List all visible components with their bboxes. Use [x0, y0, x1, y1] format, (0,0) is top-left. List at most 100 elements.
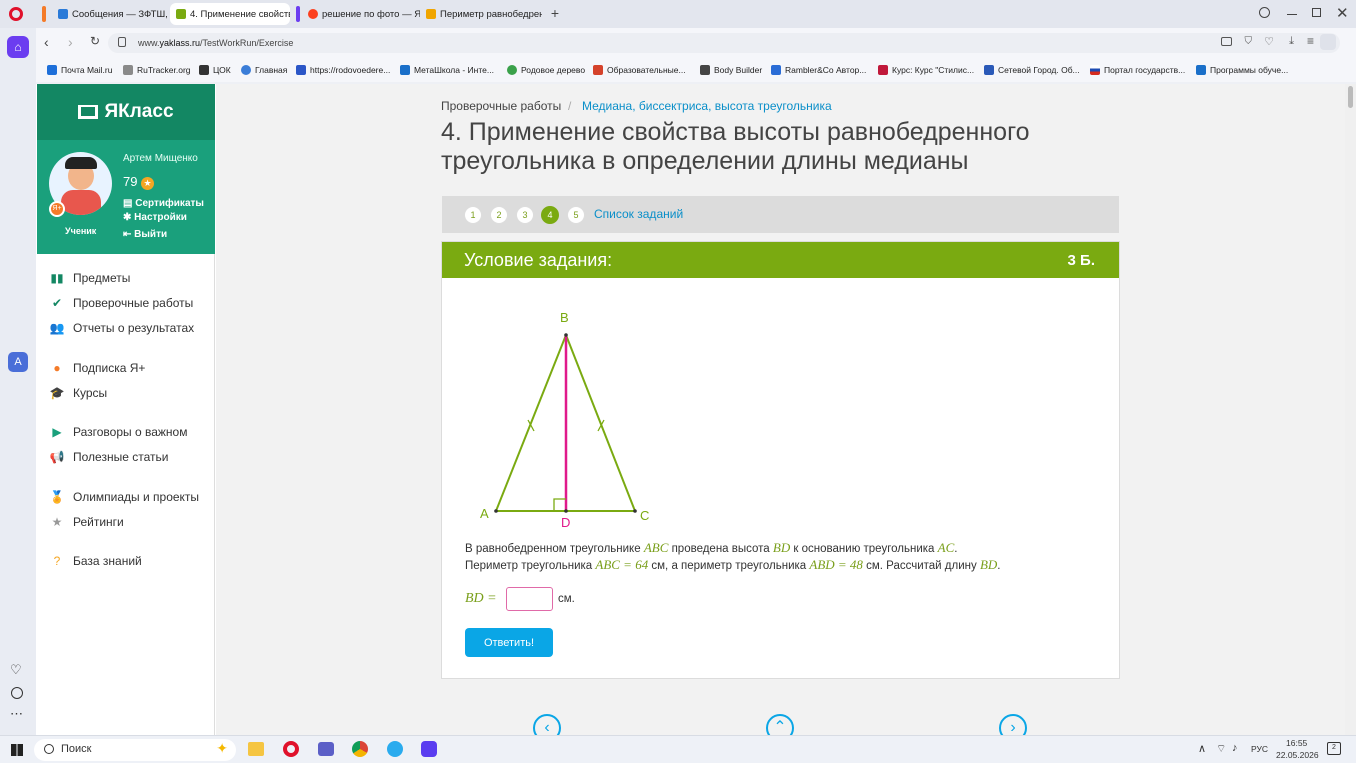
task-text: В равнобедренном треугольнике ABC провед…: [465, 540, 1085, 574]
page-scrollbar[interactable]: [1345, 84, 1356, 735]
explorer-icon[interactable]: [248, 742, 264, 756]
side-bc: [565, 334, 636, 512]
bookmark[interactable]: Портал государств...: [1090, 65, 1185, 75]
sidebar-item-articles[interactable]: 📢 Полезные статьи: [49, 449, 169, 465]
step-2[interactable]: 2: [490, 206, 508, 224]
star-icon: ★: [51, 515, 63, 529]
breadcrumb-current[interactable]: Медиана, биссектриса, высота треугольник…: [582, 99, 832, 113]
menu-lines-icon[interactable]: ≡: [1307, 34, 1314, 48]
scrollbar-thumb[interactable]: [1348, 86, 1353, 108]
language-indicator[interactable]: РУС: [1251, 744, 1268, 754]
taskbar-search[interactable]: Поиск ✦: [34, 739, 236, 761]
bookmark[interactable]: Сетевой Город. Об...: [984, 65, 1080, 75]
graduation-cap-icon: 🎓: [49, 386, 65, 400]
app-icon[interactable]: A: [8, 352, 28, 372]
users-icon: 👥: [49, 321, 65, 335]
bookmark[interactable]: Rambler&Co Автор...: [771, 65, 866, 75]
bookmark[interactable]: Почта Mail.ru: [47, 65, 112, 75]
score-badge: 3 Б.: [1067, 252, 1095, 269]
telegram-icon[interactable]: [387, 741, 403, 757]
logo[interactable]: ЯКласс: [37, 84, 215, 140]
task-line-1: В равнобедренном треугольнике ABC провед…: [465, 540, 958, 555]
tab-messages[interactable]: Сообщения — ЗФТШ, МФ: [52, 3, 170, 25]
clock-time[interactable]: 16:55: [1286, 738, 1307, 748]
logout-link[interactable]: ⇤ Выйти: [123, 229, 167, 240]
download-icon[interactable]: ⤓: [1289, 35, 1294, 48]
volume-icon[interactable]: ♪: [1232, 742, 1238, 754]
back-icon[interactable]: ‹: [44, 34, 49, 50]
opera-logo-icon[interactable]: [9, 7, 23, 21]
tab-bar: Сообщения — ЗФТШ, МФ 4. Применение свойс…: [0, 0, 1356, 28]
sidebar-item-knowledge[interactable]: ? База знаний: [49, 553, 142, 569]
step-1[interactable]: 1: [464, 206, 482, 224]
bookmark[interactable]: Курс: Курс "Стилис...: [878, 65, 974, 75]
more-icon[interactable]: ⋯: [10, 706, 23, 722]
search-tabs-icon[interactable]: [1259, 7, 1270, 18]
sidebar-item-talks[interactable]: ▶ Разговоры о важном: [49, 424, 187, 440]
user-name[interactable]: Артем Мищенко: [123, 153, 198, 164]
role-label: Ученик: [65, 226, 97, 236]
course-icon: [878, 65, 888, 75]
windows-start-icon[interactable]: [11, 744, 23, 756]
gov-portal-icon: [1090, 65, 1100, 75]
tab-yandex-photo[interactable]: решение по фото — Янд: [302, 3, 420, 25]
clock-date[interactable]: 22.05.2026: [1276, 750, 1319, 760]
sidebar-item-reports[interactable]: 👥 Отчеты о результатах: [49, 320, 195, 336]
tab-favicon-icon: [426, 9, 436, 19]
settings-link[interactable]: ✱ Настройки: [123, 212, 187, 223]
answer-label: BD =: [465, 591, 497, 606]
opera-gx-icon[interactable]: [421, 741, 437, 757]
maximize-button[interactable]: [1312, 8, 1321, 17]
history-icon[interactable]: [11, 687, 23, 699]
url-field[interactable]: www.yaklass.ru/TestWorkRun/Exercise ⛉ ♡ …: [108, 33, 1340, 53]
profile-icon[interactable]: [1320, 34, 1336, 50]
tab-favicon-icon: [176, 9, 186, 19]
reload-icon[interactable]: ↻: [90, 34, 100, 48]
breadcrumb-root[interactable]: Проверочные работы: [441, 99, 561, 113]
notifications-icon[interactable]: 2: [1327, 742, 1341, 755]
sidebar-item-subscription[interactable]: ● Подписка Я+: [49, 360, 145, 376]
forward-icon[interactable]: ›: [68, 34, 73, 50]
point-a: [494, 509, 498, 513]
sidebar-item-olympiads[interactable]: 🏅 Олимпиады и проекты: [49, 489, 200, 505]
step-3[interactable]: 3: [516, 206, 534, 224]
breadcrumb-separator: /: [568, 99, 572, 113]
sidebar-item-subjects[interactable]: ▮▮ Предметы: [49, 270, 130, 286]
network-icon[interactable]: ⌔: [1216, 742, 1226, 756]
home-icon[interactable]: ⌂: [7, 36, 29, 58]
bookmark[interactable]: Программы обуче...: [1196, 65, 1288, 75]
bookmark[interactable]: Body Builder: [700, 65, 762, 75]
heart-icon[interactable]: ♡: [1264, 35, 1274, 48]
globe-icon: [241, 65, 251, 75]
sidebar-item-ratings[interactable]: ★ Рейтинги: [49, 514, 124, 530]
shield-icon[interactable]: ⛉: [1245, 36, 1253, 47]
teams-icon[interactable]: [318, 742, 334, 756]
bookmark[interactable]: RuTracker.org: [123, 65, 191, 75]
close-window-button[interactable]: ✕: [1336, 4, 1349, 22]
tray-up-icon[interactable]: ∧: [1198, 742, 1206, 755]
bookmark[interactable]: Родовое дерево: [507, 65, 585, 75]
tab-perimeter[interactable]: Периметр равнобедрен: [420, 3, 542, 25]
submit-button[interactable]: Ответить!: [465, 628, 553, 657]
bookmark[interactable]: Образовательные...: [593, 65, 686, 75]
step-4[interactable]: 4: [541, 206, 559, 224]
medal-icon: 🏅: [49, 490, 65, 504]
certificates-link[interactable]: ▤ Сертификаты: [123, 198, 204, 209]
bookmark[interactable]: https://rodovoedere...: [296, 65, 390, 75]
heart-icon[interactable]: ♡: [10, 662, 22, 678]
tab-yaklass[interactable]: 4. Применение свойства: [170, 3, 290, 25]
step-5[interactable]: 5: [567, 206, 585, 224]
task-list-link[interactable]: Список заданий: [594, 207, 683, 221]
camera-icon[interactable]: [1221, 37, 1232, 46]
opera-taskbar-icon[interactable]: [283, 741, 299, 757]
bookmark[interactable]: ЦОК: [199, 65, 231, 75]
bookmark[interactable]: МетаШкола - Инте...: [400, 65, 494, 75]
chrome-icon[interactable]: [352, 741, 368, 757]
new-tab-button[interactable]: +: [548, 6, 562, 20]
answer-input[interactable]: [506, 587, 553, 611]
minimize-button[interactable]: [1287, 14, 1297, 15]
bookmark[interactable]: Главная: [241, 65, 287, 75]
sidebar-item-courses[interactable]: 🎓 Курсы: [49, 385, 108, 401]
browser-side-rail: ⌂ A ♡ ⋯: [0, 28, 36, 735]
sidebar-item-tests[interactable]: ✔ Проверочные работы: [49, 295, 193, 311]
